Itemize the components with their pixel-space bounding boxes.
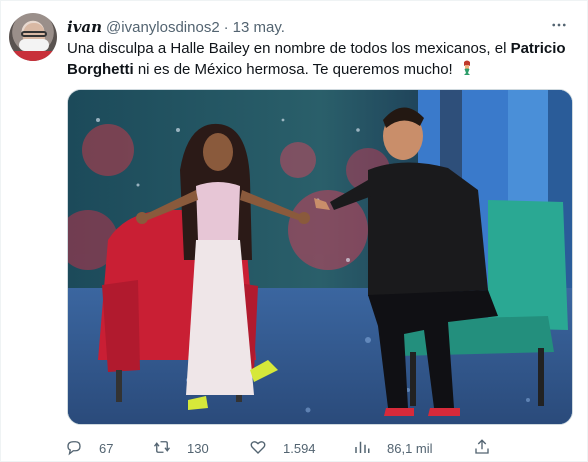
tweet-actions: 67 130 1.594 86,1 mil	[65, 438, 525, 460]
display-name[interactable]: ivan	[67, 18, 102, 36]
share-icon	[473, 438, 491, 459]
avatar-glasses	[21, 31, 47, 37]
retweet-count: 130	[187, 441, 209, 456]
separator-dot: ·	[223, 18, 229, 36]
tweet-header: ivan @ivanylosdinos2 · 13 may.	[67, 17, 285, 37]
reply-icon	[65, 438, 83, 459]
avatar-mask	[19, 39, 49, 51]
avatar[interactable]	[9, 13, 57, 61]
share-button[interactable]	[473, 438, 491, 459]
tweet-date[interactable]: 13 may.	[233, 19, 285, 36]
like-button[interactable]: 1.594	[249, 438, 316, 459]
tweet-card[interactable]: ivan @ivanylosdinos2 · 13 may. Una discu…	[0, 0, 588, 462]
more-icon[interactable]	[547, 15, 571, 35]
views-count: 86,1 mil	[387, 441, 433, 456]
retweet-button[interactable]: 130	[153, 438, 209, 459]
tweet-photo[interactable]	[67, 89, 573, 425]
avatar-shirt	[9, 51, 57, 61]
tweet-text: Una disculpa a Halle Bailey en nombre de…	[67, 38, 572, 80]
reply-button[interactable]: 67	[65, 438, 113, 459]
like-count: 1.594	[283, 441, 316, 456]
heart-icon	[249, 438, 267, 459]
tweet-text-part2: ni es de México hermosa. Te queremos muc…	[133, 61, 453, 78]
user-handle[interactable]: @ivanylosdinos2	[106, 19, 220, 36]
mermaid-emoji	[459, 60, 475, 76]
views-button[interactable]: 86,1 mil	[353, 438, 433, 459]
reply-count: 67	[99, 441, 114, 456]
views-icon	[353, 438, 371, 459]
retweet-icon	[153, 438, 171, 459]
tweet-text-part1: Una disculpa a Halle Bailey en nombre de…	[67, 40, 511, 57]
